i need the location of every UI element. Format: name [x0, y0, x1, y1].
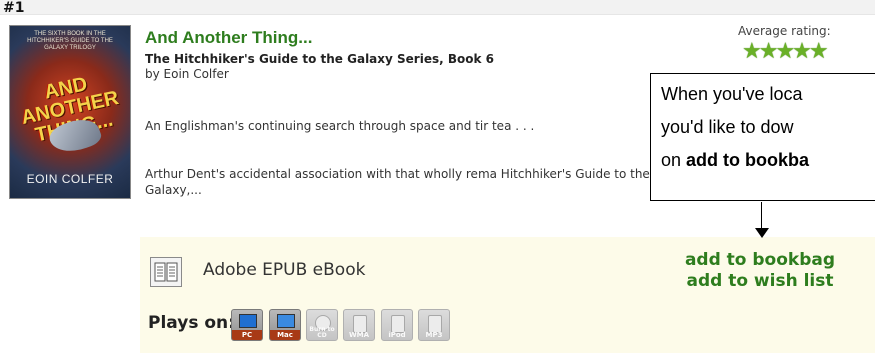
result-rank: #1 — [3, 0, 25, 16]
wma-icon: WMA — [343, 309, 375, 341]
top-strip — [0, 0, 875, 15]
book-description-1: An Englishman's continuing search throug… — [145, 119, 535, 133]
device-label: iPod — [388, 331, 406, 339]
epub-book-icon — [150, 257, 182, 287]
callout-line-3-bold: add to bookba — [686, 150, 810, 170]
pc-icon: PC — [231, 309, 263, 341]
cover-top-text: THE SIXTH BOOK IN THE HITCHHIKER'S GUIDE… — [27, 31, 113, 51]
cover-author-text: EOIN COLFER — [26, 172, 114, 186]
average-rating-label: Average rating: — [738, 24, 831, 38]
format-label: Adobe EPUB eBook — [203, 260, 366, 280]
book-title-link[interactable]: And Another Thing... — [145, 28, 312, 48]
device-label: Mac — [270, 330, 300, 340]
mac-icon: Mac — [269, 309, 301, 341]
callout-line-3: on add to bookba — [661, 144, 875, 177]
device-label: MP3 — [425, 331, 443, 339]
action-links: add to bookbag add to wish list — [660, 250, 860, 292]
device-label: PC — [232, 330, 262, 340]
callout-line-1: When you've loca — [661, 84, 803, 104]
book-cover-image[interactable]: THE SIXTH BOOK IN THE HITCHHIKER'S GUIDE… — [10, 26, 130, 198]
add-to-wish-list-link[interactable]: add to wish list — [660, 271, 860, 292]
rating-stars: ★★★★★ — [742, 39, 829, 64]
book-description-2: Arthur Dent's accidental association wit… — [145, 167, 650, 197]
burn-to-cd-icon: Burn to CD — [306, 309, 338, 341]
add-to-bookbag-link[interactable]: add to bookbag — [660, 250, 860, 271]
book-series: The Hitchhiker's Guide to the Galaxy Ser… — [145, 52, 494, 66]
device-label: Burn to CD — [309, 326, 335, 339]
mp3-icon: MP3 — [418, 309, 450, 341]
device-label: WMA — [348, 331, 370, 339]
callout-line-2: you'd like to dow — [661, 117, 794, 137]
callout-line-3-prefix: on — [661, 150, 687, 170]
callout-arrow-head — [755, 228, 769, 238]
instruction-callout: When you've loca you'd like to dow on ad… — [650, 73, 875, 201]
book-author: by Eoin Colfer — [145, 67, 229, 81]
plays-on-label: Plays on: — [148, 313, 235, 333]
ipod-icon: iPod — [381, 309, 413, 341]
